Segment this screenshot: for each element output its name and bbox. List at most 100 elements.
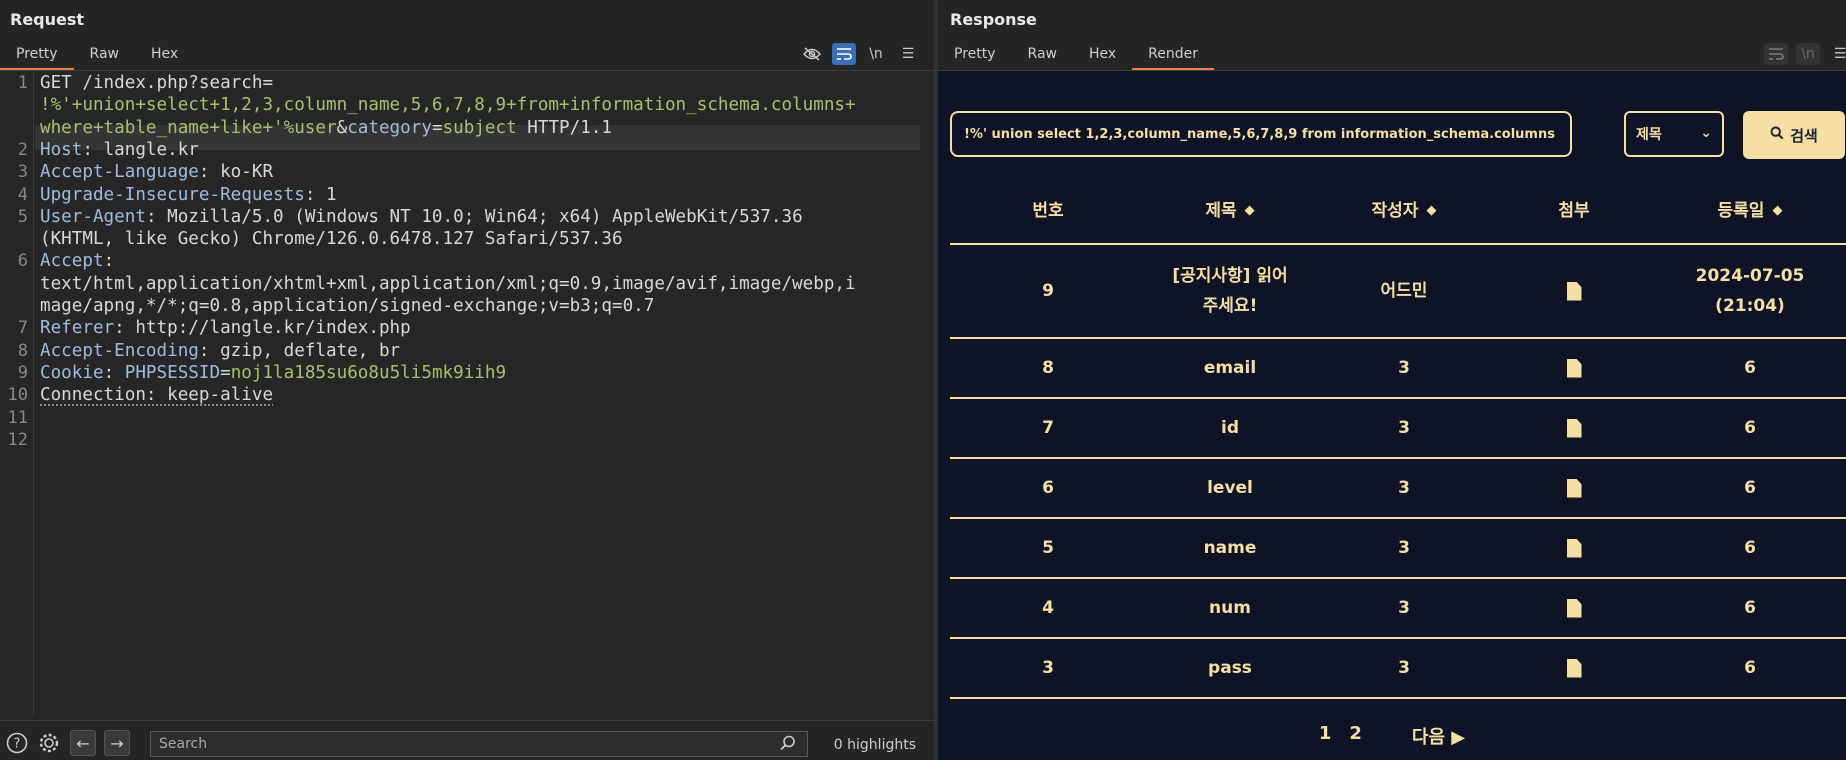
page-link-1[interactable]: 1 <box>1319 723 1332 749</box>
row-date: 2024-07-05 (21:04) <box>1654 245 1846 337</box>
response-tab-render[interactable]: Render <box>1132 42 1214 70</box>
table-row[interactable]: 3 pass 3 6 <box>950 639 1846 699</box>
line-number: 9 <box>17 362 28 383</box>
code-token: Cookie <box>40 362 104 383</box>
row-title-text[interactable]: level <box>1207 471 1253 505</box>
file-icon[interactable] <box>1566 281 1582 301</box>
row-title[interactable]: name <box>1146 519 1314 577</box>
table-row[interactable]: 5 name 3 6 <box>950 519 1846 579</box>
wrap-icon[interactable] <box>832 43 856 65</box>
row-date: 6 <box>1654 519 1846 577</box>
row-num-text: 3 <box>1042 658 1054 678</box>
row-title[interactable]: pass <box>1146 639 1314 697</box>
row-num-text: 6 <box>1042 478 1054 498</box>
header-date[interactable]: 등록일 ◆ <box>1654 179 1846 243</box>
newline-icon[interactable]: \n <box>864 43 888 65</box>
row-author-text: 3 <box>1398 418 1410 438</box>
request-tab-hex[interactable]: Hex <box>135 42 194 70</box>
menu-icon[interactable]: ☰ <box>896 43 920 65</box>
gear-icon[interactable] <box>36 730 62 756</box>
line-number: 5 <box>17 206 28 227</box>
rendered-page: 제목 ⌄ 검색 번호 제목◆ 작성자◆ 첨부 등록일◆ 9[공지사항] 읽어주세… <box>938 71 1846 760</box>
row-num-text: 8 <box>1042 358 1054 378</box>
code-token: Upgrade-Insecure-Requests <box>40 184 305 205</box>
header-num[interactable]: 번호 <box>950 179 1146 243</box>
page-link-2[interactable]: 2 <box>1349 723 1362 749</box>
file-icon[interactable] <box>1566 418 1582 438</box>
line-number-gutter: 1 2 3 4 5 6 7 8 9 10 11 12 <box>0 71 34 717</box>
code-token: PHPSESSID <box>124 362 221 383</box>
row-author-text: 3 <box>1398 598 1410 618</box>
search-icon <box>1770 126 1784 144</box>
request-editor[interactable]: 1 2 3 4 5 6 7 8 9 10 11 12 GET /index.php?search=!%… <box>0 71 934 717</box>
eye-off-icon[interactable] <box>800 43 824 65</box>
row-date-text: 2024-07-05 (21:04) <box>1695 266 1805 316</box>
code-line: Cookie: PHPSESSID=noj1la185su6o8u5li5mk9… <box>40 363 506 383</box>
row-title-text[interactable]: [공지사항] 읽어주세요! <box>1168 261 1292 321</box>
file-icon[interactable] <box>1566 538 1582 558</box>
response-tab-pretty[interactable]: Pretty <box>938 42 1012 70</box>
request-footer: ? ← → 0 highlights <box>0 720 934 760</box>
row-title[interactable]: level <box>1146 459 1314 517</box>
request-tab-pretty[interactable]: Pretty <box>0 42 74 70</box>
table-row[interactable]: 8 email 3 6 <box>950 339 1846 399</box>
wrap-icon[interactable] <box>1764 43 1788 65</box>
row-title[interactable]: id <box>1146 399 1314 457</box>
code-line: User-Agent: Mozilla/5.0 (Windows NT 10.0… <box>40 207 803 227</box>
table-row[interactable]: 4 num 3 6 <box>950 579 1846 639</box>
table-row[interactable]: 7 id 3 6 <box>950 399 1846 459</box>
category-select-value: 제목 <box>1636 127 1662 143</box>
search-icon[interactable] <box>780 735 800 755</box>
row-author: 3 <box>1314 519 1494 577</box>
search-button[interactable]: 검색 <box>1743 111 1845 159</box>
response-tab-hex[interactable]: Hex <box>1073 42 1132 70</box>
menu-icon[interactable]: ☰ <box>1828 43 1846 65</box>
header-title[interactable]: 제목 ◆ <box>1146 179 1314 243</box>
search-button-label: 검색 <box>1790 126 1818 145</box>
response-tabs: Pretty Raw Hex Render <box>938 42 1214 70</box>
row-date-text: 6 <box>1744 418 1756 438</box>
code-token: : gzip, deflate, br <box>198 340 401 361</box>
pagination: 1 2 다음 ▶ <box>938 723 1846 749</box>
response-tab-raw[interactable]: Raw <box>1012 42 1073 70</box>
file-icon[interactable] <box>1566 478 1582 498</box>
sort-icon: ◆ <box>1772 203 1783 218</box>
file-icon[interactable] <box>1566 358 1582 378</box>
request-tab-raw[interactable]: Raw <box>74 42 135 70</box>
code-token: : Mozilla/5.0 (Windows NT 10.0; Win64; x… <box>145 206 803 227</box>
row-num-text: 5 <box>1042 538 1054 558</box>
row-attachment <box>1494 639 1654 697</box>
row-num: 3 <box>950 639 1146 697</box>
code-token: noj1la185su6o8u5li5mk9iih9 <box>230 362 507 383</box>
help-icon[interactable]: ? <box>4 730 30 756</box>
row-title[interactable]: email <box>1146 339 1314 397</box>
code-line: GET /index.php?search= <box>40 73 273 93</box>
line-number: 4 <box>17 184 28 205</box>
forward-arrow-icon[interactable]: → <box>104 730 130 756</box>
row-title-text[interactable]: pass <box>1208 651 1252 685</box>
search-input[interactable] <box>150 731 808 757</box>
row-title[interactable]: [공지사항] 읽어주세요! <box>1146 245 1314 337</box>
code-token: : http://langle.kr/index.php <box>114 318 411 339</box>
table-row[interactable]: 9 [공지사항] 읽어주세요! 어드민 2024-07-05 (21:04) <box>950 245 1846 339</box>
row-num: 4 <box>950 579 1146 637</box>
back-arrow-icon[interactable]: ← <box>70 730 96 756</box>
query-input[interactable] <box>950 111 1572 157</box>
category-select[interactable]: 제목 ⌄ <box>1624 111 1724 157</box>
row-title-text[interactable]: id <box>1221 411 1239 445</box>
row-date: 6 <box>1654 459 1846 517</box>
code-token: Host <box>40 139 83 160</box>
row-title[interactable]: num <box>1146 579 1314 637</box>
row-title-text[interactable]: name <box>1204 531 1257 565</box>
file-icon[interactable] <box>1566 598 1582 618</box>
file-icon[interactable] <box>1566 658 1582 678</box>
header-author[interactable]: 작성자 ◆ <box>1314 179 1494 243</box>
row-title-text[interactable]: email <box>1204 351 1256 385</box>
newline-icon[interactable]: \n <box>1796 43 1820 65</box>
next-page-link[interactable]: 다음 ▶ <box>1412 723 1465 749</box>
table-body: 9 [공지사항] 읽어주세요! 어드민 2024-07-05 (21:04) 8 emai… <box>950 245 1846 699</box>
code-token: HTTP/1.1 <box>516 117 613 138</box>
table-row[interactable]: 6 level 3 6 <box>950 459 1846 519</box>
chevron-down-icon: ⌄ <box>1700 125 1712 141</box>
row-title-text[interactable]: num <box>1209 591 1251 625</box>
